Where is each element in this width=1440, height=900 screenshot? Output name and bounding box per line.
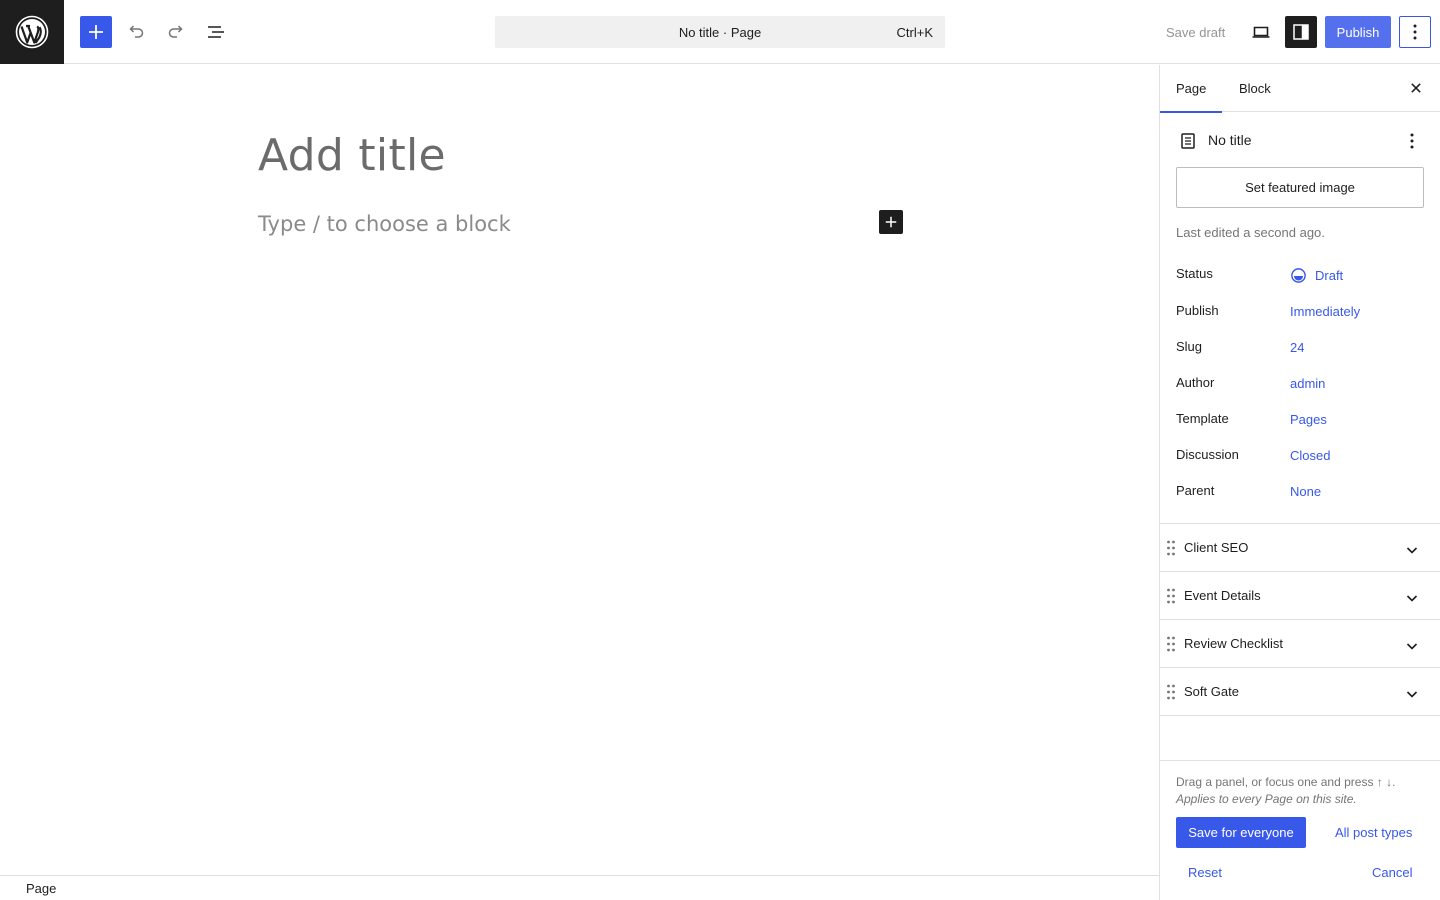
set-featured-image-button[interactable]: Set featured image bbox=[1176, 167, 1424, 208]
status-row: Status Draft bbox=[1176, 266, 1426, 286]
close-sidebar-button[interactable] bbox=[1404, 76, 1428, 100]
list-view-icon bbox=[208, 26, 224, 38]
publish-button[interactable]: Publish bbox=[1325, 16, 1391, 48]
document-overview-button[interactable] bbox=[200, 16, 232, 48]
post-title-input[interactable]: Add title bbox=[258, 130, 446, 181]
options-menu-button[interactable] bbox=[1399, 16, 1431, 48]
redo-button[interactable] bbox=[160, 16, 192, 48]
wordpress-logo-button[interactable] bbox=[0, 0, 64, 64]
parent-row: Parent None bbox=[1176, 483, 1426, 503]
post-card-title: No title bbox=[1208, 132, 1252, 148]
template-row: Template Pages bbox=[1176, 411, 1426, 431]
author-row: Author admin bbox=[1176, 375, 1426, 395]
plus-icon bbox=[89, 25, 103, 39]
panel-title: Event Details bbox=[1184, 588, 1261, 603]
command-palette-bar[interactable]: No title · Page Ctrl+K bbox=[495, 16, 945, 48]
sidebar-tabs: Page Block bbox=[1160, 65, 1440, 113]
drag-handle-icon[interactable] bbox=[1166, 539, 1176, 557]
sidebar-icon bbox=[1293, 24, 1309, 40]
breadcrumb-page[interactable]: Page bbox=[26, 881, 56, 896]
slug-button[interactable]: 24 bbox=[1290, 340, 1304, 355]
publish-date-button[interactable]: Immediately bbox=[1290, 304, 1360, 319]
close-icon bbox=[1411, 83, 1421, 93]
panel-client-seo[interactable]: Client SEO bbox=[1160, 523, 1440, 571]
status-button[interactable]: Draft bbox=[1290, 267, 1343, 284]
panel-event-details[interactable]: Event Details bbox=[1160, 571, 1440, 619]
default-block-appender[interactable]: Type / to choose a block bbox=[258, 212, 511, 236]
chevron-down-icon bbox=[1406, 691, 1418, 698]
more-vertical-icon bbox=[1413, 24, 1417, 40]
drag-handle-icon[interactable] bbox=[1166, 635, 1176, 653]
settings-sidebar: Page Block No title Set featured image L… bbox=[1159, 65, 1440, 900]
panel-title: Soft Gate bbox=[1184, 684, 1239, 699]
parent-label: Parent bbox=[1176, 483, 1215, 498]
chevron-down-icon bbox=[1406, 595, 1418, 602]
wordpress-icon bbox=[15, 15, 49, 49]
editor-canvas: Add title Type / to choose a block bbox=[0, 65, 1159, 875]
parent-button[interactable]: None bbox=[1290, 484, 1321, 499]
tab-page[interactable]: Page bbox=[1160, 65, 1222, 113]
all-post-types-button[interactable]: All post types bbox=[1335, 825, 1412, 840]
publish-label: Publish bbox=[1176, 303, 1219, 318]
tab-block[interactable]: Block bbox=[1223, 65, 1287, 112]
chevron-down-icon bbox=[1406, 547, 1418, 554]
undo-button[interactable] bbox=[120, 16, 152, 48]
last-edited-text: Last edited a second ago. bbox=[1176, 225, 1325, 240]
chevron-down-icon bbox=[1406, 643, 1418, 650]
template-button[interactable]: Pages bbox=[1290, 412, 1327, 427]
more-vertical-icon[interactable] bbox=[1400, 129, 1424, 153]
template-label: Template bbox=[1176, 411, 1229, 426]
post-card: No title bbox=[1176, 129, 1426, 153]
panel-soft-gate[interactable]: Soft Gate bbox=[1160, 667, 1440, 715]
panel-review-checklist[interactable]: Review Checklist bbox=[1160, 619, 1440, 667]
plus-icon bbox=[885, 216, 897, 228]
command-shortcut-label: Ctrl+K bbox=[896, 25, 933, 40]
drag-handle-icon[interactable] bbox=[1166, 683, 1176, 701]
undo-icon bbox=[129, 25, 144, 38]
page-icon bbox=[1181, 133, 1195, 149]
publish-row: Publish Immediately bbox=[1176, 303, 1426, 323]
cancel-button[interactable]: Cancel bbox=[1372, 865, 1412, 880]
scope-note-text: Applies to every Page on this site. bbox=[1176, 792, 1357, 806]
panel-title: Client SEO bbox=[1184, 540, 1249, 555]
laptop-icon bbox=[1252, 26, 1270, 38]
save-draft-button[interactable]: Save draft bbox=[1156, 16, 1235, 48]
inline-block-inserter-button[interactable] bbox=[879, 210, 903, 234]
author-label: Author bbox=[1176, 375, 1215, 390]
discussion-button[interactable]: Closed bbox=[1290, 448, 1330, 463]
status-label: Status bbox=[1176, 266, 1213, 281]
save-for-everyone-button[interactable]: Save for everyone bbox=[1176, 817, 1306, 848]
slug-row: Slug 24 bbox=[1176, 339, 1426, 359]
reset-button[interactable]: Reset bbox=[1188, 865, 1222, 880]
drag-hint-text: Drag a panel, or focus one and press ↑ ↓… bbox=[1176, 775, 1396, 789]
document-title-label: No title · Page bbox=[678, 24, 762, 40]
slug-label: Slug bbox=[1176, 339, 1203, 354]
drag-handle-icon[interactable] bbox=[1166, 587, 1176, 605]
discussion-label: Discussion bbox=[1176, 447, 1239, 462]
preview-button[interactable] bbox=[1245, 16, 1277, 48]
status-value: Draft bbox=[1315, 268, 1344, 283]
panel-title: Review Checklist bbox=[1184, 636, 1283, 651]
block-inserter-button[interactable] bbox=[80, 16, 112, 48]
panel-order-footer: Drag a panel, or focus one and press ↑ ↓… bbox=[1160, 760, 1440, 900]
panel-divider bbox=[1160, 715, 1440, 716]
editor-header: No title · Page Ctrl+K Save draft Publis… bbox=[0, 0, 1440, 64]
draft-status-icon bbox=[1291, 268, 1306, 283]
discussion-row: Discussion Closed bbox=[1176, 447, 1426, 467]
author-button[interactable]: admin bbox=[1290, 376, 1325, 391]
block-breadcrumb-bar: Page bbox=[0, 875, 1159, 900]
settings-toggle-button[interactable] bbox=[1285, 16, 1317, 48]
redo-icon bbox=[168, 25, 183, 38]
